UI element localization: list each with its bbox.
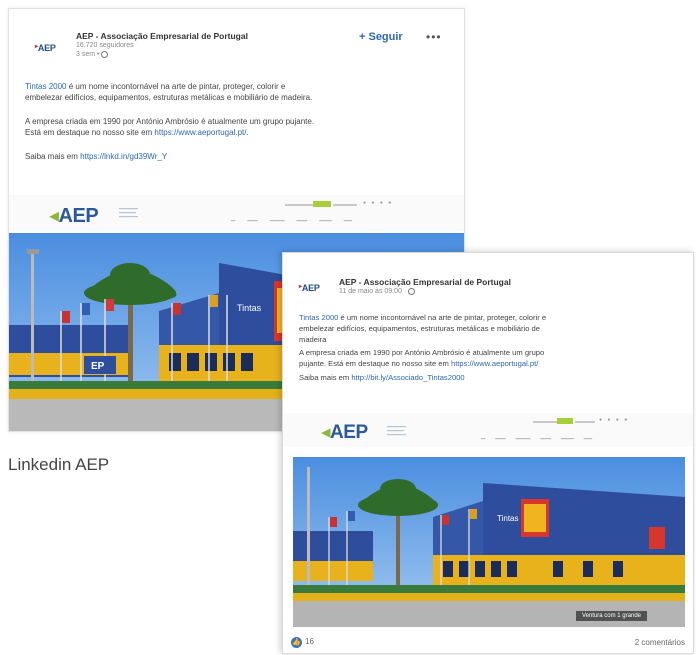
more-options-icon[interactable]: ••• <box>426 30 442 44</box>
hashtag-link[interactable]: Tintas 2000 <box>25 82 67 91</box>
website-link[interactable]: https://www.aeportugal.pt/ <box>154 128 246 137</box>
like-icon: 👍 <box>291 636 302 648</box>
logo-tagline: ━━━━━━━━━ ━━━━━━━━ ━━━━━━━━━ <box>387 425 406 437</box>
post-time: 3 sem • <box>76 50 248 59</box>
hashtag-link[interactable]: Tintas 2000 <box>299 313 338 322</box>
org-avatar[interactable]: ▸AEP <box>299 283 320 293</box>
building-photo[interactable]: Tintas <box>293 457 685 627</box>
photo-tag: Ventura com 1 grande <box>575 611 647 621</box>
org-avatar[interactable]: ▸AEP <box>35 43 56 53</box>
banner-menu: ━━ ━━━━━ ━━━━━━━ ━━━━━ ━━━━━━ ━━━━ <box>481 437 593 441</box>
website-banner: ◂AEP ━━━━━━━━━ ━━━━━━━━ ━━━━━━━━━ ● ● ● ● … <box>9 195 464 231</box>
website-banner: ◂AEP ━━━━━━━━━ ━━━━━━━━ ━━━━━━━━━ ● ● ● ● … <box>283 413 693 447</box>
svg-text:Tintas: Tintas <box>237 303 262 313</box>
post-body: Tintas 2000 é um nome incontornável na a… <box>299 313 547 382</box>
comments-count[interactable]: 2 comentários <box>635 638 685 647</box>
globe-icon <box>408 287 416 295</box>
logo-tagline: ━━━━━━━━━ ━━━━━━━━ ━━━━━━━━━ <box>119 207 138 219</box>
globe-icon <box>101 50 109 58</box>
linkedin-caption: Linkedin AEP <box>8 455 110 474</box>
post-time: 11 de maio às 09:00 · <box>339 287 511 296</box>
post-header: ▸AEP <box>35 39 56 53</box>
nav-highlight <box>313 201 331 207</box>
aep-logo: ◂AEP <box>321 422 368 443</box>
post-body: Tintas 2000 é um nome incontornável na a… <box>25 82 315 161</box>
aep-logo: ◂AEP <box>49 205 99 227</box>
short-link[interactable]: https://lnkd.in/gd39Wr_Y <box>80 152 167 161</box>
svg-text:EP: EP <box>91 361 105 372</box>
website-link[interactable]: https://www.aeportugal.pt/ <box>451 359 538 368</box>
banner-menu: ━━ ━━━━━ ━━━━━━━ ━━━━━ ━━━━━━ ━━━━ <box>231 219 353 223</box>
follow-button[interactable]: + Seguir <box>359 31 403 43</box>
photo-image: Tintas <box>293 457 685 627</box>
facebook-post-card: ▸AEP AEP - Associação Empresarial de Por… <box>282 252 694 654</box>
org-name[interactable]: AEP - Associação Empresarial de Portugal <box>76 31 248 41</box>
nav-highlight <box>557 418 573 424</box>
followers-count: 16.720 seguidores <box>76 42 134 49</box>
reactions[interactable]: 👍 16 <box>291 636 314 648</box>
short-link[interactable]: http://bit.ly/Associado_Tintas2000 <box>351 373 464 382</box>
like-count: 16 <box>305 636 314 646</box>
svg-text:Tintas: Tintas <box>497 514 519 523</box>
org-name[interactable]: AEP - Associação Empresarial de Portugal <box>339 277 511 287</box>
post-footer: 👍 16 2 comentários <box>283 631 693 653</box>
